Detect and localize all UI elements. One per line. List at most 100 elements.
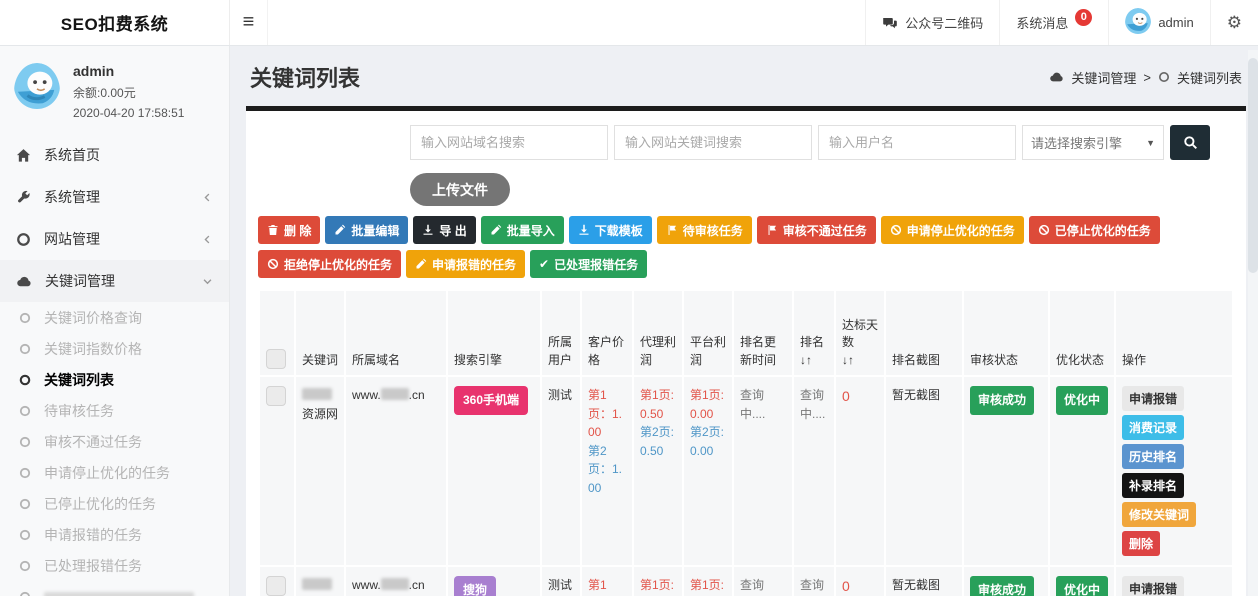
request-stop-tasks-button[interactable]: 申请停止优化的任务 bbox=[881, 216, 1024, 244]
dropdown-arrow-icon: ▼ bbox=[1146, 138, 1155, 148]
rank-time-cell: 查询中.... bbox=[734, 377, 792, 565]
row-checkbox[interactable] bbox=[266, 386, 286, 406]
error-requested-tasks-button[interactable]: 申请报错的任务 bbox=[406, 250, 525, 278]
sidebar-item-audit-failed[interactable]: 审核不通过任务 bbox=[0, 426, 229, 457]
chevron-left-icon bbox=[202, 192, 213, 203]
stopped-tasks-button[interactable]: 已停止优化的任务 bbox=[1029, 216, 1160, 244]
messages-count-badge: 0 bbox=[1075, 9, 1092, 26]
search-button[interactable] bbox=[1170, 125, 1210, 160]
keyword-search-input[interactable] bbox=[614, 125, 812, 160]
circle-icon bbox=[19, 467, 31, 479]
consumption-record-button[interactable]: 消费记录 bbox=[1122, 415, 1184, 440]
circle-icon bbox=[19, 343, 31, 355]
circle-icon bbox=[19, 312, 31, 324]
sidebar-item-system[interactable]: 系统管理 bbox=[0, 176, 229, 218]
delete-button[interactable]: 删 除 bbox=[258, 216, 320, 244]
clipped-label bbox=[44, 592, 194, 596]
system-messages-menu[interactable]: 系统消息 0 bbox=[999, 0, 1108, 45]
menu-toggle-icon[interactable]: ≡ bbox=[230, 0, 268, 45]
sidebar-item-request-stop[interactable]: 申请停止优化的任务 bbox=[0, 457, 229, 488]
check-icon: ✔ bbox=[539, 257, 549, 271]
qr-code-menu[interactable]: 公众号二维码 bbox=[865, 0, 999, 45]
bulk-edit-button[interactable]: 批量编辑 bbox=[325, 216, 408, 244]
bulk-import-button[interactable]: 批量导入 bbox=[481, 216, 564, 244]
col-domain: 所属域名 bbox=[346, 291, 446, 375]
col-customer-price: 客户价格 bbox=[582, 291, 632, 375]
customer-price-cell: 第1页：1.00第2页：1.00 bbox=[582, 567, 632, 596]
sidebar-item-partial[interactable] bbox=[0, 581, 229, 596]
table-header-row: 关键词 所属域名 搜索引擎 所属用户 客户价格 代理利润 平台利润 排名更新时间… bbox=[260, 291, 1232, 375]
row-operations: 申请报错 消费记录 历史排名 补录排名 修改关键词 删除 bbox=[1122, 386, 1226, 556]
platform-profit-cell: 第1页:0.00第2页:0.00 bbox=[684, 567, 732, 596]
rejected-stop-tasks-button[interactable]: 拒绝停止优化的任务 bbox=[258, 250, 401, 278]
sidebar-item-keyword-price-query[interactable]: 关键词价格查询 bbox=[0, 302, 229, 333]
vertical-scrollbar[interactable] bbox=[1248, 50, 1258, 596]
select-all-checkbox[interactable] bbox=[266, 349, 286, 369]
upload-file-button[interactable]: 上传文件 bbox=[410, 173, 510, 206]
main-content: 关键词列表 关键词管理 > 关键词列表 请选择搜索引擎 ▼ bbox=[230, 46, 1258, 596]
breadcrumb-parent[interactable]: 关键词管理 bbox=[1071, 68, 1136, 87]
ban-icon bbox=[267, 258, 279, 270]
gear-icon: ⚙ bbox=[1227, 13, 1242, 33]
sidebar-item-home[interactable]: 系统首页 bbox=[0, 134, 229, 176]
sidebar-item-website[interactable]: 网站管理 bbox=[0, 218, 229, 260]
optimize-status-badge: 优化中 bbox=[1056, 576, 1108, 596]
table-row: 资源网 www..cn 360手机端 测试 第1页：1.00第2页：1.00 第… bbox=[260, 377, 1232, 565]
breadcrumb-current: 关键词列表 bbox=[1177, 68, 1242, 87]
username: admin bbox=[1158, 15, 1193, 30]
report-error-button[interactable]: 申请报错 bbox=[1122, 576, 1184, 596]
col-platform-profit: 平台利润 bbox=[684, 291, 732, 375]
sidebar-datetime: 2020-04-20 17:58:51 bbox=[73, 106, 184, 120]
col-agent-profit: 代理利润 bbox=[634, 291, 682, 375]
error-handled-tasks-button[interactable]: ✔已处理报错任务 bbox=[530, 250, 647, 278]
edit-icon bbox=[415, 258, 427, 270]
edit-icon bbox=[490, 224, 502, 236]
col-days-met[interactable]: 达标天数↓↑ bbox=[836, 291, 884, 375]
user-menu[interactable]: admin bbox=[1108, 0, 1209, 45]
col-operations: 操作 bbox=[1116, 291, 1232, 375]
masked-keyword bbox=[302, 388, 332, 400]
user-cell: 测试 bbox=[542, 567, 580, 596]
edit-keyword-button[interactable]: 修改关键词 bbox=[1122, 502, 1196, 527]
sidebar-item-pending-audit[interactable]: 待审核任务 bbox=[0, 395, 229, 426]
col-rank[interactable]: 排名↓↑ bbox=[794, 291, 834, 375]
sidebar-item-keyword-list[interactable]: 关键词列表 bbox=[0, 364, 229, 395]
pending-audit-tasks-button[interactable]: 待审核任务 bbox=[657, 216, 752, 244]
bulk-actions: 删 除 批量编辑 导 出 批量导入 下载模板 待审核任务 审核不通过任务 申请停… bbox=[258, 216, 1234, 278]
download-template-button[interactable]: 下载模板 bbox=[569, 216, 652, 244]
sidebar-username: admin bbox=[73, 63, 184, 79]
days-met-cell: 0 bbox=[836, 567, 884, 596]
cloud-icon bbox=[1049, 70, 1064, 84]
export-button[interactable]: 导 出 bbox=[413, 216, 475, 244]
username-search-input[interactable] bbox=[818, 125, 1016, 160]
col-rank-update-time: 排名更新时间 bbox=[734, 291, 792, 375]
ban-icon bbox=[890, 224, 902, 236]
masked-domain bbox=[381, 388, 409, 400]
sidebar-item-error-handled[interactable]: 已处理报错任务 bbox=[0, 550, 229, 581]
sidebar-item-keyword-index-price[interactable]: 关键词指数价格 bbox=[0, 333, 229, 364]
circle-icon bbox=[19, 560, 31, 572]
masked-domain bbox=[381, 578, 409, 590]
report-error-button[interactable]: 申请报错 bbox=[1122, 386, 1184, 411]
page-title: 关键词列表 bbox=[250, 61, 360, 93]
delete-row-button[interactable]: 删除 bbox=[1122, 531, 1160, 556]
sidebar-item-stopped[interactable]: 已停止优化的任务 bbox=[0, 488, 229, 519]
qr-code-label: 公众号二维码 bbox=[905, 13, 983, 32]
sidebar-item-keywords[interactable]: 关键词管理 bbox=[0, 260, 229, 302]
history-rank-button[interactable]: 历史排名 bbox=[1122, 444, 1184, 469]
audit-failed-tasks-button[interactable]: 审核不通过任务 bbox=[757, 216, 876, 244]
scrollbar-thumb[interactable] bbox=[1248, 58, 1258, 273]
keyword-list-panel: 请选择搜索引擎 ▼ 上传文件 删 除 批量编辑 导 出 批量导入 下载模板 待审… bbox=[246, 111, 1246, 596]
settings-menu[interactable]: ⚙ bbox=[1210, 0, 1258, 45]
avatar bbox=[1125, 8, 1151, 37]
domain-search-input[interactable] bbox=[410, 125, 608, 160]
sidebar-balance: 余额:0.00元 bbox=[73, 84, 184, 101]
supplement-rank-button[interactable]: 补录排名 bbox=[1122, 473, 1184, 498]
user-cell: 测试 bbox=[542, 377, 580, 565]
row-checkbox[interactable] bbox=[266, 576, 286, 596]
engine-select[interactable]: 请选择搜索引擎 ▼ bbox=[1022, 125, 1164, 160]
col-user: 所属用户 bbox=[542, 291, 580, 375]
comments-icon bbox=[882, 15, 898, 31]
sidebar-item-error-requested[interactable]: 申请报错的任务 bbox=[0, 519, 229, 550]
optimize-status-badge: 优化中 bbox=[1056, 386, 1108, 415]
